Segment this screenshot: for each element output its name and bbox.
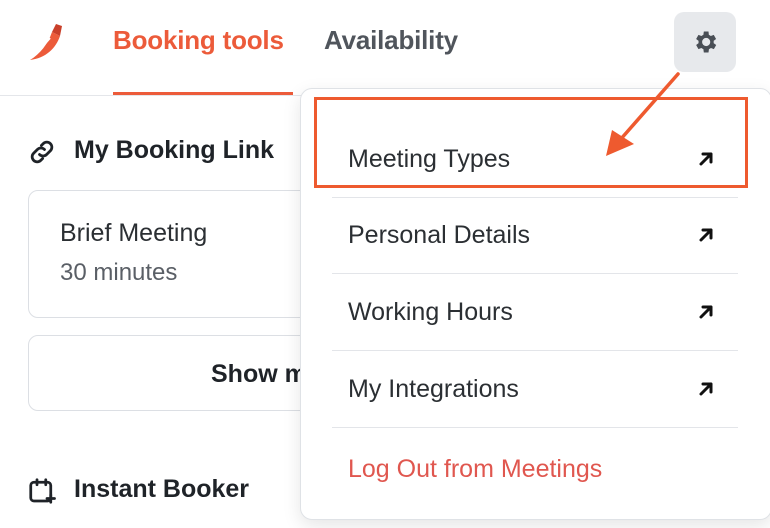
meeting-duration: 30 minutes [60, 259, 178, 286]
arrow-up-right-icon [699, 228, 713, 242]
arrow-up-right-icon [699, 305, 713, 319]
link-icon [30, 140, 54, 164]
tab-booking-tools[interactable]: Booking tools [113, 25, 284, 56]
menu-item-label: My Integrations [348, 375, 519, 403]
show-more-button[interactable]: Show m [28, 335, 330, 411]
settings-button[interactable] [674, 12, 736, 72]
logout-link[interactable]: Log Out from Meetings [348, 455, 602, 484]
gear-icon [696, 31, 717, 53]
instant-booker-title: Instant Booker [74, 475, 250, 503]
menu-item-label: Working Hours [348, 298, 513, 326]
show-more-label: Show m [211, 360, 307, 388]
meeting-name: Brief Meeting [60, 219, 208, 247]
menu-item-personal-details[interactable]: Personal Details [332, 197, 738, 274]
tab-availability[interactable]: Availability [324, 25, 458, 56]
chili-pepper-logo[interactable] [26, 20, 70, 64]
menu-item-label: Personal Details [348, 221, 531, 249]
arrow-up-right-icon [699, 382, 713, 396]
calendar-plus-icon [29, 478, 56, 504]
annotation-arrow [606, 72, 680, 156]
booking-link-title: My Booking Link [74, 136, 274, 164]
menu-item-working-hours[interactable]: Working Hours [332, 274, 738, 351]
meeting-card[interactable]: Brief Meeting 30 minutes [28, 190, 330, 318]
menu-item-my-integrations[interactable]: My Integrations [332, 351, 738, 428]
active-tab-indicator [113, 92, 293, 95]
